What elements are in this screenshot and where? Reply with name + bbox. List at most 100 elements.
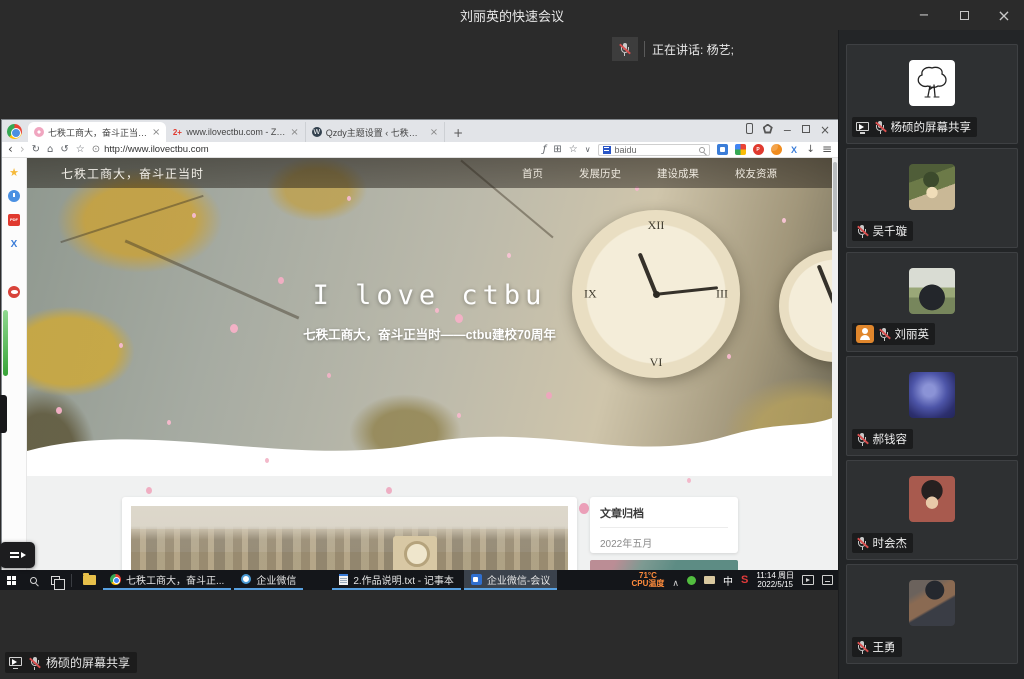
nav-achievements[interactable]: 建设成果	[657, 166, 699, 181]
participant-label: 吴千璇	[852, 221, 914, 241]
sogou-icon[interactable]: S	[741, 574, 748, 586]
mic-muted-icon	[856, 640, 869, 654]
site-nav: 首页 发展历史 建设成果 校友资源	[522, 166, 777, 181]
home-icon[interactable]	[47, 145, 53, 155]
address-bar[interactable]: http://www.ilovectbu.com	[92, 144, 262, 155]
nav-history[interactable]: 发展历史	[579, 166, 621, 181]
phone-mode-icon[interactable]	[746, 123, 753, 134]
reload-icon[interactable]	[32, 145, 40, 155]
pdf-tool-icon[interactable]	[8, 214, 20, 226]
tab-close-icon[interactable]: ×	[152, 127, 160, 138]
taskbar-app-wxwork[interactable]: 企业微信	[234, 570, 303, 590]
qrcode-icon[interactable]	[553, 145, 561, 155]
chrome-icon	[110, 574, 121, 585]
media-tray-icon[interactable]	[802, 575, 814, 585]
close-button[interactable]	[984, 0, 1024, 30]
taskbar-app-notepad[interactable]: 2.作品说明.txt - 记事本	[332, 570, 461, 590]
participant-label: 时会杰	[852, 533, 914, 553]
forward-icon[interactable]	[20, 143, 25, 156]
tray-green-icon[interactable]	[687, 576, 696, 585]
share-banner-label: 杨硕的屏幕共享	[46, 654, 130, 671]
chevron-down-icon[interactable]	[585, 145, 591, 155]
taskbar-search-button[interactable]	[23, 570, 44, 590]
archive-month-link[interactable]: 2022年五月	[600, 528, 728, 550]
screen-share-icon	[9, 656, 23, 669]
screenshot-tool-icon[interactable]	[8, 238, 20, 250]
tray-expand-icon[interactable]	[672, 571, 679, 590]
history-clock-icon[interactable]	[8, 190, 20, 202]
tab-close-icon[interactable]: ×	[430, 127, 438, 138]
cpu-temperature: 71°CCPU温度	[632, 572, 665, 589]
minimize-button[interactable]	[904, 0, 944, 30]
windows-taskbar: 七秩工商大，奋斗正... 企业微信 2.作品说明.txt - 记事本 企业微信-…	[0, 570, 838, 590]
hero-title: I love ctbu	[27, 280, 832, 311]
extension-grid-icon[interactable]	[735, 144, 746, 155]
new-tab-button[interactable]: +	[449, 124, 467, 142]
apps-grid-icon[interactable]	[8, 262, 20, 274]
taskbar-app-browser[interactable]: 七秩工商大，奋斗正...	[103, 570, 231, 590]
browser-maximize-icon[interactable]	[802, 125, 810, 133]
browser-close-icon[interactable]	[820, 119, 830, 138]
site-brand[interactable]: 七秩工商大，奋斗正当时	[61, 165, 204, 182]
taskbar-app-meeting[interactable]: 企业微信-会议	[464, 570, 557, 590]
nav-home[interactable]: 首页	[522, 166, 543, 181]
wave-divider	[27, 406, 832, 476]
zhimap-favicon	[172, 127, 182, 137]
download-icon[interactable]	[807, 145, 815, 155]
favorites-star-icon[interactable]	[8, 166, 20, 178]
file-explorer-button[interactable]	[76, 570, 103, 590]
browser-logo-icon[interactable]	[7, 124, 22, 139]
browser-search-box[interactable]: baidu	[598, 144, 710, 156]
history-icon[interactable]	[60, 145, 68, 155]
browser-shield-icon[interactable]	[763, 124, 773, 134]
action-center-icon[interactable]	[822, 575, 833, 585]
browser-minimize-icon[interactable]	[783, 119, 792, 138]
participant-label: 王勇	[852, 637, 902, 657]
taskbar-clock[interactable]: 11:14 周日2022/5/15	[756, 571, 794, 589]
meeting-app-icon	[471, 574, 482, 585]
nav-alumni[interactable]: 校友资源	[735, 166, 777, 181]
tree-sketch-avatar	[909, 60, 955, 106]
search-icon[interactable]	[699, 147, 705, 153]
avatar	[909, 580, 955, 626]
mic-muted-icon	[874, 120, 887, 134]
menu-icon[interactable]	[822, 143, 832, 156]
participant-tile[interactable]: 吴千璇	[846, 148, 1018, 248]
participant-tile-host[interactable]: 刘丽英	[846, 252, 1018, 352]
eye-protect-icon[interactable]	[8, 286, 20, 298]
speaking-indicator: 正在讲话: 杨艺;	[612, 37, 734, 61]
host-badge-icon	[856, 325, 874, 343]
bookmark-star-icon[interactable]	[76, 145, 85, 155]
avatar	[909, 60, 955, 106]
wechat-work-icon	[241, 574, 251, 584]
mic-muted-icon[interactable]	[612, 37, 638, 61]
side-panel-handle[interactable]	[0, 395, 7, 433]
site-info-icon[interactable]	[92, 144, 100, 155]
participant-tile-screen-share[interactable]: 杨硕的屏幕共享	[846, 44, 1018, 144]
back-icon[interactable]	[8, 143, 13, 156]
browser-tab-1[interactable]: 七秩工商大，奋斗正当时_ ×	[28, 122, 166, 142]
extension-blue-icon[interactable]	[717, 144, 728, 155]
scissors-capture-icon[interactable]	[789, 144, 800, 155]
side-scroll-indicator[interactable]	[3, 310, 8, 376]
tray-folder-icon[interactable]	[704, 576, 715, 584]
favorite-icon[interactable]	[569, 145, 578, 155]
system-tray: 71°CCPU温度 中 S 11:14 周日2022/5/15	[632, 571, 838, 590]
pdf-extension-icon[interactable]	[753, 144, 764, 155]
mic-muted-icon	[878, 327, 891, 341]
maximize-button[interactable]	[944, 0, 984, 30]
ime-indicator[interactable]: 中	[723, 573, 733, 588]
meeting-toolbar-toggle[interactable]	[0, 542, 35, 568]
flash-icon[interactable]	[543, 145, 547, 155]
browser-tab-3[interactable]: Qzdy主题设置 ‹ 七秩工商大. ×	[306, 122, 445, 142]
participant-tile[interactable]: 郝钱容	[846, 356, 1018, 456]
archive-title: 文章归档	[600, 505, 728, 528]
participant-tile[interactable]: 王勇	[846, 564, 1018, 664]
browser-tab-2[interactable]: www.ilovectbu.com - ZhiMap ×	[166, 122, 305, 142]
participant-tile[interactable]: 时会杰	[846, 460, 1018, 560]
start-button[interactable]	[0, 570, 23, 590]
task-view-button[interactable]	[44, 570, 67, 590]
baidu-icon	[603, 146, 611, 154]
tab-close-icon[interactable]: ×	[290, 127, 298, 138]
night-mode-icon[interactable]	[771, 144, 782, 155]
